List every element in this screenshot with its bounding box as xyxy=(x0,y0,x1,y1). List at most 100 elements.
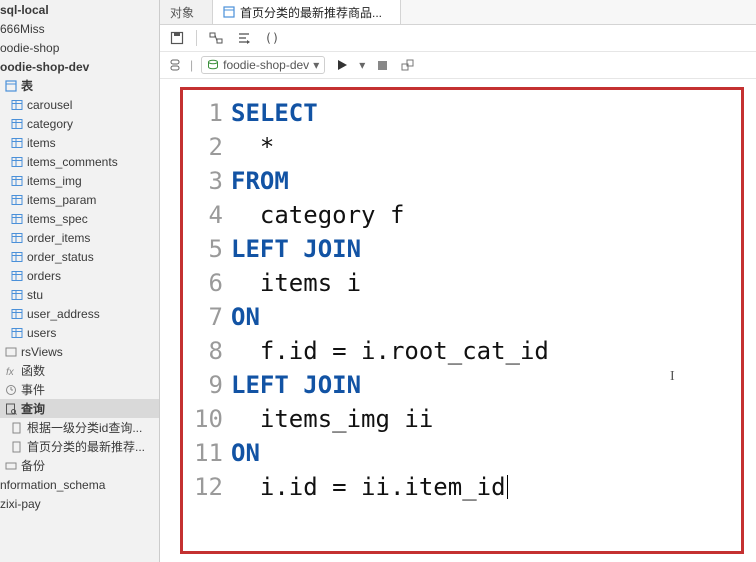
sql-text: items i xyxy=(231,269,361,297)
code-content: ON xyxy=(231,436,260,470)
table-icon xyxy=(10,174,24,188)
sql-keyword: LEFT JOIN xyxy=(231,371,361,399)
save-icon[interactable] xyxy=(168,29,186,47)
chevron-down-icon: ▾ xyxy=(313,58,319,72)
code-line[interactable]: 12 i.id = ii.item_id xyxy=(189,470,727,504)
functions-group[interactable]: fx 函数 xyxy=(0,361,159,380)
table-icon xyxy=(10,326,24,340)
code-line[interactable]: 11ON xyxy=(189,436,727,470)
connection-label: sql-local xyxy=(0,3,49,17)
code-line[interactable]: 10 items_img ii xyxy=(189,402,727,436)
table-node[interactable]: items_spec xyxy=(0,209,159,228)
table-label: user_address xyxy=(27,307,100,321)
line-number: 7 xyxy=(189,300,231,334)
table-node[interactable]: user_address xyxy=(0,304,159,323)
events-group[interactable]: 事件 xyxy=(0,380,159,399)
connection-node[interactable]: sql-local xyxy=(0,0,159,19)
code-line[interactable]: 3FROM xyxy=(189,164,727,198)
run-button[interactable] xyxy=(333,56,351,74)
code-content: items i xyxy=(231,266,361,300)
line-number: 12 xyxy=(189,470,231,504)
functions-label: 函数 xyxy=(21,362,45,379)
table-node[interactable]: users xyxy=(0,323,159,342)
table-node[interactable]: orders xyxy=(0,266,159,285)
database-node[interactable]: nformation_schema xyxy=(0,475,159,494)
tab-query[interactable]: 首页分类的最新推荐商品... xyxy=(213,0,401,24)
code-content: category f xyxy=(231,198,404,232)
database-selector[interactable]: foodie-shop-dev ▾ xyxy=(201,56,325,74)
code-line[interactable]: 1SELECT xyxy=(189,96,727,130)
table-icon xyxy=(10,117,24,131)
saved-query-item[interactable]: 根据一级分类id查询... xyxy=(0,418,159,437)
code-content: LEFT JOIN xyxy=(231,232,361,266)
sql-editor-wrap: 1SELECT2 *3FROM4 category f5LEFT JOIN6 i… xyxy=(160,79,756,562)
backup-icon xyxy=(4,459,18,473)
format-icon[interactable] xyxy=(235,29,253,47)
database-node-active[interactable]: oodie-shop-dev xyxy=(0,57,159,76)
code-line[interactable]: 4 category f xyxy=(189,198,727,232)
tab-objects[interactable]: 对象 xyxy=(160,0,213,24)
explain-icon[interactable] xyxy=(207,29,225,47)
export-results-icon[interactable] xyxy=(399,56,417,74)
saved-query-item[interactable]: 首页分类的最新推荐... xyxy=(0,437,159,456)
tables-group[interactable]: 表 xyxy=(0,76,159,95)
line-number: 1 xyxy=(189,96,231,130)
stop-button[interactable] xyxy=(373,56,391,74)
table-icon xyxy=(10,212,24,226)
events-label: 事件 xyxy=(21,381,45,398)
table-label: stu xyxy=(27,288,43,302)
table-label: items xyxy=(27,136,56,150)
saved-query-label: 根据一级分类id查询... xyxy=(27,419,142,436)
code-line[interactable]: 2 * xyxy=(189,130,727,164)
table-node[interactable]: order_items xyxy=(0,228,159,247)
app-root: sql-local 666Miss oodie-shop oodie-shop-… xyxy=(0,0,756,562)
sql-editor[interactable]: 1SELECT2 *3FROM4 category f5LEFT JOIN6 i… xyxy=(189,96,727,504)
table-node[interactable]: items_param xyxy=(0,190,159,209)
database-label: zixi-pay xyxy=(0,497,41,511)
tab-label: 首页分类的最新推荐商品... xyxy=(240,4,382,21)
table-icon xyxy=(10,193,24,207)
line-number: 9 xyxy=(189,368,231,402)
table-node[interactable]: carousel xyxy=(0,95,159,114)
query-connection-icon[interactable] xyxy=(168,58,182,72)
queries-label: 查询 xyxy=(21,400,45,417)
table-label: items_spec xyxy=(27,212,88,226)
table-node[interactable]: category xyxy=(0,114,159,133)
params-icon[interactable]: () xyxy=(263,29,281,47)
table-node[interactable]: items_img xyxy=(0,171,159,190)
db-cylinder-icon xyxy=(207,59,219,71)
code-line[interactable]: 7ON xyxy=(189,300,727,334)
sql-text: i.id = ii.item_id xyxy=(231,473,506,501)
run-dropdown-icon[interactable]: ▾ xyxy=(359,58,365,72)
table-node[interactable]: items_comments xyxy=(0,152,159,171)
query-tab-icon xyxy=(223,6,235,18)
database-node[interactable]: oodie-shop xyxy=(0,38,159,57)
line-number: 8 xyxy=(189,334,231,368)
backup-group[interactable]: 备份 xyxy=(0,456,159,475)
code-content: * xyxy=(231,130,274,164)
code-line[interactable]: 6 items i xyxy=(189,266,727,300)
table-node[interactable]: order_status xyxy=(0,247,159,266)
table-icon xyxy=(10,136,24,150)
toolbar-separator xyxy=(196,30,197,46)
table-node[interactable]: stu xyxy=(0,285,159,304)
database-label: 666Miss xyxy=(0,22,45,36)
code-line[interactable]: 5LEFT JOIN xyxy=(189,232,727,266)
svg-text:fx: fx xyxy=(6,367,15,377)
code-line[interactable]: 8 f.id = i.root_cat_id xyxy=(189,334,727,368)
database-node[interactable]: 666Miss xyxy=(0,19,159,38)
queries-group[interactable]: 查询 xyxy=(0,399,159,418)
code-content: FROM xyxy=(231,164,289,198)
run-bar: | foodie-shop-dev ▾ ▾ xyxy=(160,52,756,79)
database-node[interactable]: zixi-pay xyxy=(0,494,159,513)
sql-text: f.id = i.root_cat_id xyxy=(231,337,549,365)
functions-icon: fx xyxy=(4,364,18,378)
tab-bar: 对象 首页分类的最新推荐商品... xyxy=(160,0,756,25)
views-group[interactable]: rsViews xyxy=(0,342,159,361)
table-label: items_img xyxy=(27,174,82,188)
db-selected-label: foodie-shop-dev xyxy=(223,58,309,72)
database-label: oodie-shop-dev xyxy=(0,60,89,74)
table-label: users xyxy=(27,326,56,340)
table-node[interactable]: items xyxy=(0,133,159,152)
code-line[interactable]: 9LEFT JOIN xyxy=(189,368,727,402)
